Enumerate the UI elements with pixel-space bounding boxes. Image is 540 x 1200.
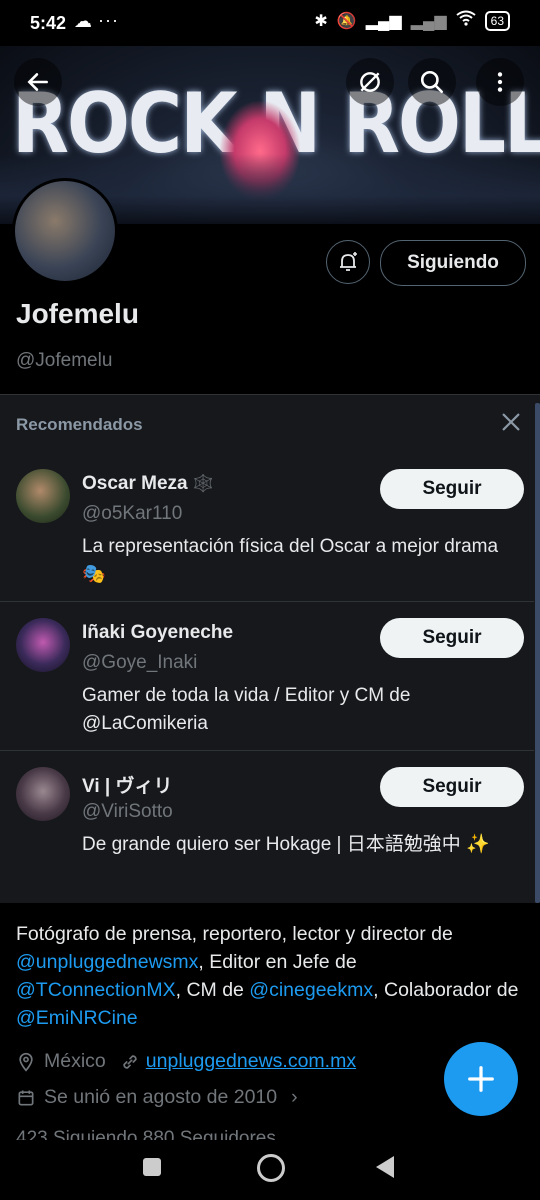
recommended-title: Recomendados (16, 415, 143, 434)
follow-button[interactable]: Seguir (380, 767, 524, 807)
profile-name: Jofemelu (16, 298, 139, 329)
mention-link[interactable]: @TConnectionMX (16, 979, 176, 1001)
notifications-button[interactable] (326, 240, 370, 284)
profile-bio: Fotógrafo de prensa, reportero, lector y… (16, 923, 519, 1029)
close-icon (502, 413, 520, 431)
battery-icon: 63 (484, 10, 510, 31)
user-name: Oscar Meza 🕸️ (82, 473, 215, 494)
joined-row[interactable]: Se unió en agosto de 2010 › (16, 1086, 298, 1109)
grok-button[interactable] (346, 58, 394, 106)
follow-button[interactable]: Seguir (380, 618, 524, 658)
user-bio: Gamer de toda la vida / Editor y CM de @… (82, 685, 411, 734)
user-handle: @Goye_Inaki (82, 652, 198, 673)
recommended-user[interactable]: Iñaki Goyeneche @Goye_Inaki Gamer de tod… (0, 602, 534, 751)
user-name: Iñaki Goyeneche (82, 622, 234, 643)
recents-button[interactable] (143, 1158, 161, 1176)
follow-counts[interactable]: 423 Siguiendo 880 Seguidores (16, 1128, 276, 1140)
status-bar: 5:42 ☁ ··· ✱ 🔕 ▂▄▆ ▂▄▆ 63 (0, 0, 540, 46)
search-button[interactable] (408, 58, 456, 106)
back-nav-button[interactable] (376, 1156, 394, 1178)
bell-plus-icon (340, 252, 357, 271)
plus-icon (468, 1066, 494, 1092)
user-avatar[interactable] (16, 469, 70, 523)
recommended-user[interactable]: Oscar Meza 🕸️ @o5Kar110 La representació… (0, 453, 534, 602)
close-recommended-button[interactable] (500, 411, 522, 438)
calendar-icon (18, 1090, 34, 1105)
user-handle: @ViriSotto (82, 801, 173, 822)
wifi-icon (456, 10, 476, 31)
compose-button[interactable] (444, 1042, 518, 1116)
recommended-panel: Recomendados Oscar Meza 🕸️ @o5Kar110 La … (0, 394, 540, 903)
signal-2-icon: ▂▄▆ (410, 12, 447, 30)
more-vertical-icon (497, 72, 503, 92)
mention-link[interactable]: @unpluggednewsmx (16, 951, 198, 973)
cloud-icon: ☁ (74, 11, 92, 31)
status-time: 5:42 (30, 13, 67, 33)
back-button[interactable] (14, 58, 62, 106)
mention-link[interactable]: @cinegeekmx (249, 979, 373, 1001)
mention-link[interactable]: @EmiNRCine (16, 1007, 138, 1029)
follow-button[interactable]: Seguir (380, 469, 524, 509)
profile-meta: México unpluggednews.com.mx (16, 1050, 356, 1073)
more-options-button[interactable] (476, 58, 524, 106)
user-handle: @o5Kar110 (82, 503, 183, 524)
bluetooth-icon: ✱ (314, 12, 328, 30)
system-nav-bar (0, 1140, 540, 1200)
arrow-left-icon (27, 73, 48, 91)
profile-handle: @Jofemelu (16, 350, 113, 371)
location-text: México (44, 1050, 106, 1072)
joined-text: Se unió en agosto de 2010 (44, 1086, 278, 1108)
chevron-right-icon: › (291, 1086, 298, 1108)
more-notifications-icon: ··· (98, 10, 119, 30)
scrollbar (535, 403, 540, 903)
location-pin-icon (19, 1052, 33, 1072)
website-link[interactable]: unpluggednews.com.mx (146, 1050, 356, 1073)
profile-avatar[interactable] (12, 178, 118, 284)
home-button[interactable] (257, 1154, 285, 1182)
user-name: Vi | ヴィリ (82, 776, 173, 797)
user-avatar[interactable] (16, 767, 70, 821)
user-bio: La representación física del Oscar a mej… (82, 536, 499, 585)
user-bio: De grande quiero ser Hokage | 日本語勉強中 ✨ (82, 834, 490, 855)
link-icon (123, 1054, 137, 1069)
user-avatar[interactable] (16, 618, 70, 672)
mute-icon: 🔕 (336, 12, 357, 30)
grok-icon (360, 72, 380, 92)
signal-icon: ▂▄▆ (365, 12, 402, 30)
recommended-user[interactable]: Vi | ヴィリ @ViriSotto De grande quiero ser… (0, 751, 534, 899)
following-button[interactable]: Siguiendo (380, 240, 526, 286)
search-icon (420, 70, 444, 94)
